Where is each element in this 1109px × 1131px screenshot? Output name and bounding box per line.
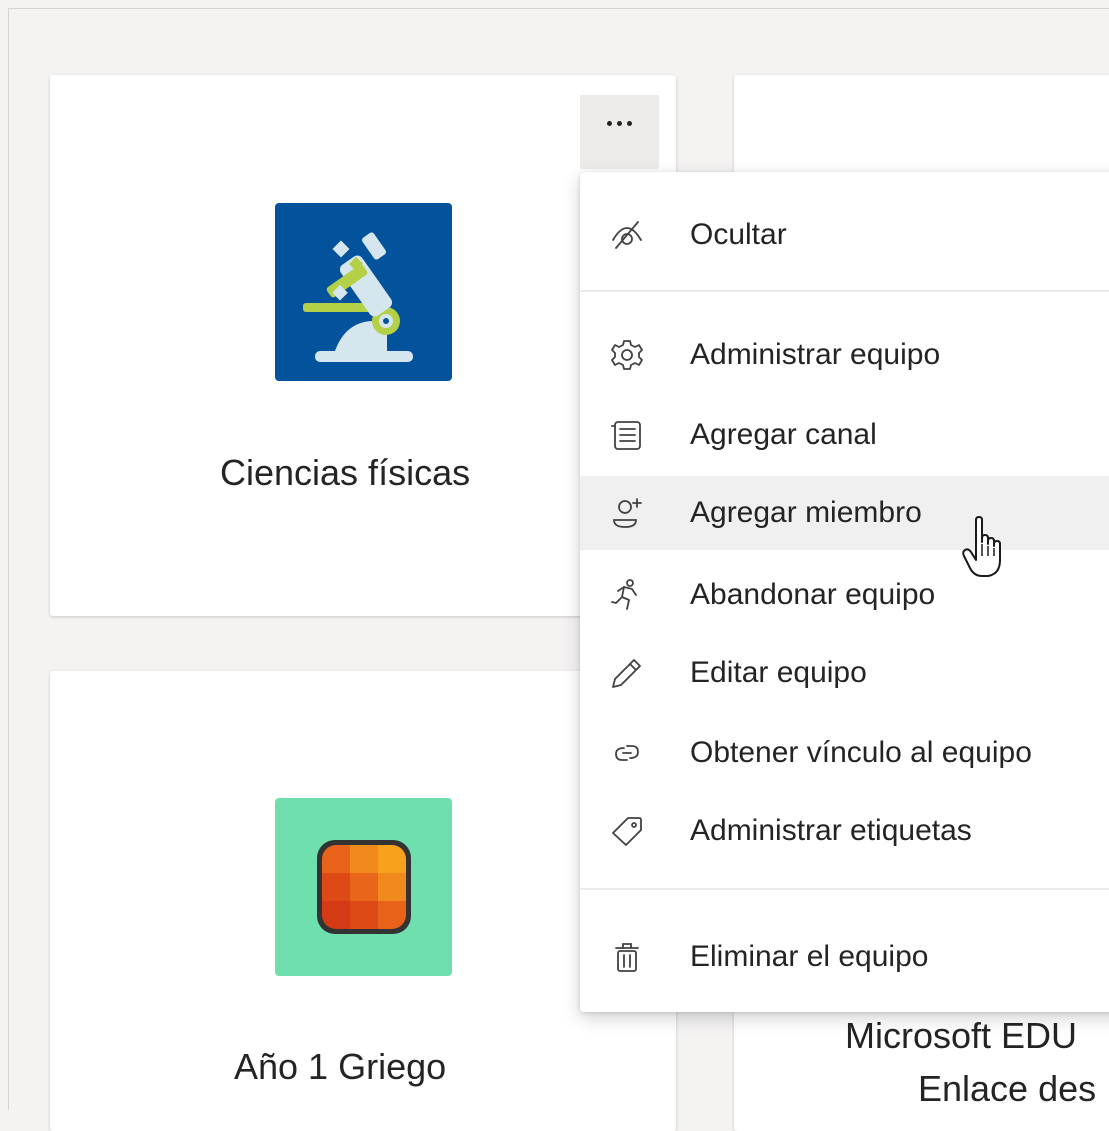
menu-item-label: Editar equipo [690, 656, 867, 689]
team-name: Año 1 Griego [234, 1046, 447, 1087]
menu-item-administrar-equipo[interactable]: Administrar equipo [580, 318, 1109, 392]
menu-item-label: Obtener vínculo al equipo [690, 736, 1032, 769]
leave-runner-icon [608, 576, 646, 614]
more-options-button[interactable] [580, 95, 659, 169]
menu-item-label: Agregar miembro [690, 496, 922, 529]
tile-grid-icon [275, 798, 452, 976]
menu-item-abandonar-equipo[interactable]: Abandonar equipo [580, 558, 1109, 632]
add-person-icon [608, 494, 646, 532]
menu-item-label: Administrar etiquetas [690, 814, 972, 847]
menu-divider [580, 290, 1109, 292]
team-name-line1: Microsoft EDU [845, 1015, 1078, 1056]
menu-item-agregar-miembro[interactable]: Agregar miembro [580, 476, 1109, 550]
pencil-icon [608, 654, 646, 692]
frame-border-left [8, 8, 9, 1110]
menu-item-label: Ocultar [690, 218, 787, 251]
menu-item-administrar-etiquetas[interactable]: Administrar etiquetas [580, 794, 1109, 868]
menu-item-label: Administrar equipo [690, 338, 941, 371]
menu-item-eliminar-equipo[interactable]: Eliminar el equipo [580, 920, 1109, 994]
channel-list-icon [608, 416, 646, 454]
menu-item-label: Abandonar equipo [690, 578, 936, 611]
menu-item-label: Agregar canal [690, 418, 877, 451]
team-name: Ciencias físicas [220, 452, 471, 493]
menu-item-editar-equipo[interactable]: Editar equipo [580, 636, 1109, 710]
link-icon [608, 734, 646, 772]
menu-item-ocultar[interactable]: Ocultar [580, 198, 1109, 272]
tag-icon [608, 812, 646, 850]
trash-icon [608, 938, 646, 976]
frame-border-top [8, 8, 1109, 9]
menu-item-label: Eliminar el equipo [690, 940, 929, 973]
gear-icon [608, 336, 646, 374]
team-name-line2: Enlace des [918, 1068, 1097, 1109]
hand-pointer-cursor [960, 516, 1012, 580]
eye-hide-icon [608, 216, 646, 254]
menu-divider [580, 888, 1109, 890]
menu-item-agregar-canal[interactable]: Agregar canal [580, 398, 1109, 472]
more-horizontal-icon [607, 121, 632, 126]
team-context-menu: Ocultar Administrar equipo Agregar canal [580, 172, 1109, 1012]
menu-item-obtener-vinculo[interactable]: Obtener vínculo al equipo [580, 716, 1109, 790]
microscope-icon [275, 203, 452, 381]
